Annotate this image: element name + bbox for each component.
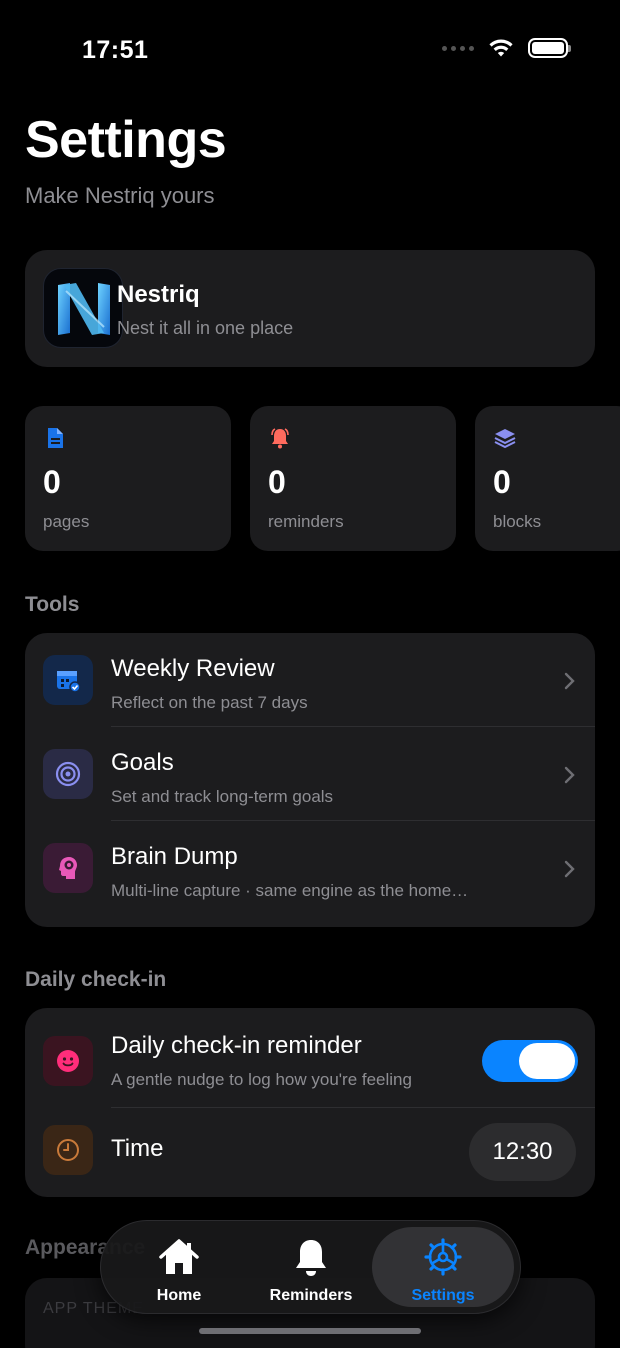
cellular-signal-icon [442, 45, 474, 51]
stat-card-pages: 0 pages [25, 406, 231, 551]
tab-label: Home [156, 1287, 202, 1304]
tab-home[interactable]: Home [108, 1227, 250, 1307]
row-subtitle: Multi-line capture · same engine as the … [111, 881, 469, 900]
stat-value: 0 [493, 464, 511, 500]
chevron-right-icon [564, 766, 575, 784]
tab-bar: Home Reminders Settings [100, 1220, 521, 1314]
app-tagline: Nest it all in one place [117, 318, 294, 338]
tab-settings[interactable]: Settings [372, 1227, 514, 1307]
bell-icon [271, 428, 289, 449]
tools-card: Weekly Review Reflect on the past 7 days… [25, 633, 595, 927]
page-title: Settings [25, 111, 227, 169]
nestriq-logo-icon [43, 268, 123, 348]
row-subtitle: Set and track long-term goals [111, 787, 334, 806]
stat-value: 0 [268, 464, 286, 500]
chevron-right-icon [564, 672, 575, 690]
layers-icon [494, 429, 516, 449]
app-name: Nestriq [117, 281, 200, 308]
brain-head-icon [43, 843, 93, 893]
status-icons [442, 38, 571, 58]
home-indicator [199, 1328, 421, 1334]
row-subtitle: A gentle nudge to log how you're feeling [111, 1070, 412, 1089]
section-label-daily-checkin: Daily check-in [25, 968, 167, 991]
stat-label: pages [43, 512, 90, 531]
stat-label: blocks [493, 512, 542, 531]
row-title: Brain Dump [111, 843, 238, 870]
battery-icon [528, 38, 571, 58]
tool-row-goals[interactable]: Goals Set and track long-term goals [25, 727, 595, 821]
tab-label: Reminders [269, 1287, 353, 1304]
page-subtitle: Make Nestriq yours [25, 183, 215, 208]
row-title: Goals [111, 749, 174, 776]
daily-checkin-card: Daily check-in reminder A gentle nudge t… [25, 1008, 595, 1197]
time-picker-button[interactable]: 12:30 [469, 1123, 576, 1181]
stat-card-blocks: 0 blocks [475, 406, 620, 551]
stat-label: reminders [268, 512, 344, 531]
gear-icon [424, 1238, 462, 1276]
stat-card-reminders: 0 reminders [250, 406, 456, 551]
app-info-card [25, 250, 595, 367]
target-icon [43, 749, 93, 799]
bell-icon [296, 1240, 326, 1276]
tool-row-brain-dump[interactable]: Brain Dump Multi-line capture · same eng… [25, 821, 595, 915]
stat-value: 0 [43, 464, 61, 500]
smiley-icon [43, 1036, 93, 1086]
time-row: Time 12:30 [25, 1108, 595, 1197]
row-title: Weekly Review [111, 655, 275, 682]
house-icon [159, 1239, 199, 1274]
daily-checkin-toggle[interactable] [482, 1040, 578, 1082]
wifi-icon [489, 39, 513, 57]
row-title: Time [111, 1135, 164, 1162]
tab-label: Settings [411, 1287, 475, 1304]
clock-icon [43, 1125, 93, 1175]
status-bar: 17:51 [0, 0, 620, 100]
calendar-check-icon [43, 655, 93, 705]
tool-row-weekly-review[interactable]: Weekly Review Reflect on the past 7 days [25, 633, 595, 727]
status-time: 17:51 [82, 36, 149, 64]
daily-checkin-reminder-row: Daily check-in reminder A gentle nudge t… [25, 1008, 595, 1108]
chevron-right-icon [564, 860, 575, 878]
row-title: Daily check-in reminder [111, 1032, 362, 1059]
document-icon [48, 428, 63, 448]
row-subtitle: Reflect on the past 7 days [111, 693, 308, 712]
section-label-tools: Tools [25, 593, 80, 616]
tab-reminders[interactable]: Reminders [240, 1227, 382, 1307]
